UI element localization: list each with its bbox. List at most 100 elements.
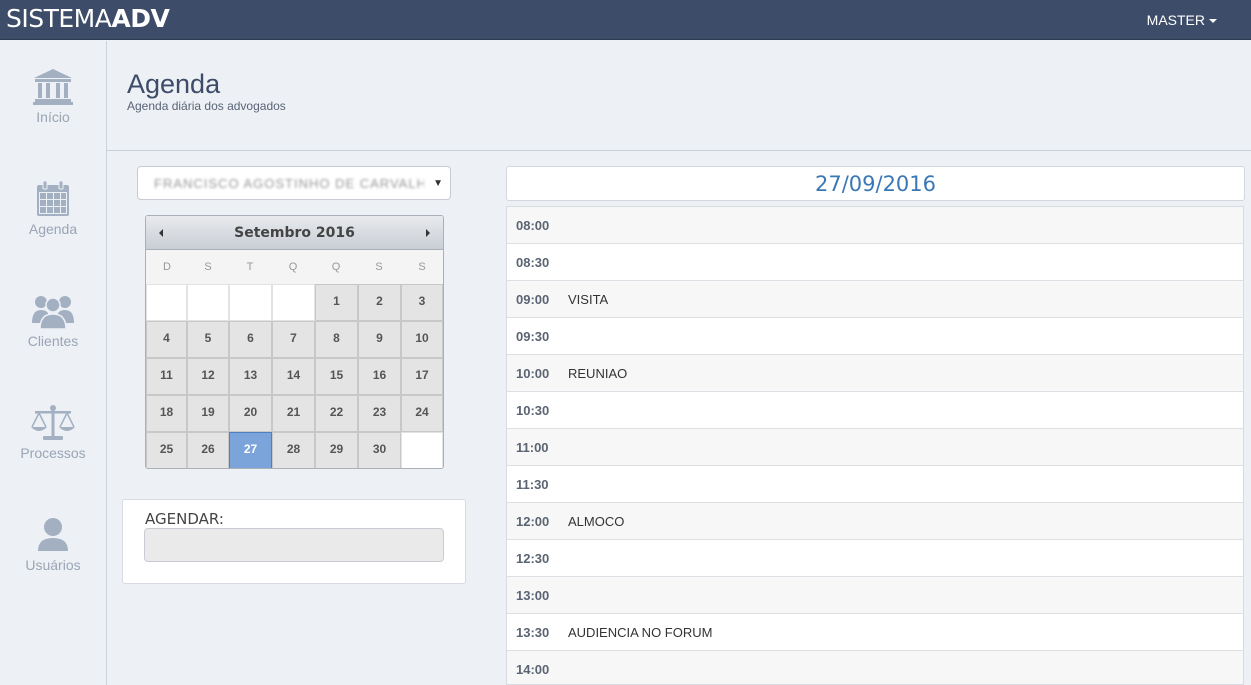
calendar-empty-cell (401, 432, 443, 468)
calendar-empty-cell (272, 284, 315, 321)
page-subtitle: Agenda diária dos advogados (127, 99, 286, 113)
user-menu-dropdown[interactable]: MASTER (1147, 12, 1217, 28)
users-icon (32, 296, 74, 329)
calendar-day[interactable]: 16 (358, 358, 401, 395)
calendar-day[interactable]: 4 (146, 321, 187, 358)
lawyer-select[interactable]: FRANCISCO AGOSTINHO DE CARVALHO ▼ (137, 166, 451, 200)
sidebar-item-clientes[interactable]: Clientes (0, 293, 106, 373)
sidebar-item-processos[interactable]: Processos (0, 405, 106, 485)
slot-event-text: REUNIAO (568, 366, 628, 381)
schedule-slot-row[interactable]: 09:30 (507, 318, 1243, 355)
calendar-day[interactable]: 17 (401, 358, 443, 395)
calendar-day[interactable]: 12 (187, 358, 229, 395)
dropdown-arrow-icon: ▼ (433, 178, 443, 189)
schedule-slot-row[interactable]: 12:30 (507, 540, 1243, 577)
calendar-day[interactable]: 13 (229, 358, 272, 395)
schedule-slot-row[interactable]: 10:30 (507, 392, 1243, 429)
calendar-day[interactable]: 23 (358, 395, 401, 432)
schedule-slot-row[interactable]: 11:30 (507, 466, 1243, 503)
slot-time: 10:30 (516, 403, 550, 418)
sidebar-item-label: Agenda (28, 221, 78, 237)
sidebar-item-label: Usuários (25, 557, 81, 573)
brand-logo[interactable]: SISTEMAADV (6, 4, 170, 33)
scales-icon (31, 405, 75, 440)
slot-time: 14:00 (516, 662, 550, 677)
slot-time: 09:00 (516, 292, 550, 307)
schedule-list: 08:00 08:30 09:00 VISITA 09:30 10:00 REUNIAO 10… (506, 206, 1244, 685)
sidebar-item-label: Clientes (27, 333, 79, 349)
calendar-month-title: Setembro 2016 (234, 225, 355, 241)
calendar-day[interactable]: 5 (187, 321, 229, 358)
calendar-day[interactable]: 6 (229, 321, 272, 358)
calendar-weekday-label: D (163, 261, 171, 273)
calendar-empty-cell (187, 284, 229, 321)
calendar-day[interactable]: 18 (146, 395, 187, 432)
calendar-day[interactable]: 14 (272, 358, 315, 395)
bank-icon (33, 69, 73, 105)
date-picker-calendar: Setembro 2016 DSTQQSS 1 2 3 4 5 6 7 8 9 10 11 12 13 1… (145, 215, 444, 469)
user-menu-label: MASTER (1146, 12, 1205, 28)
calendar-weekday-label: Q (331, 261, 341, 273)
calendar-day[interactable]: 7 (272, 321, 315, 358)
calendar-day[interactable]: 2 (358, 284, 401, 321)
calendar-day[interactable]: 28 (272, 432, 315, 468)
calendar-day[interactable]: 15 (315, 358, 358, 395)
calendar-day[interactable]: 21 (272, 395, 315, 432)
slot-time: 11:30 (516, 477, 549, 492)
calendar-day[interactable]: 11 (146, 358, 187, 395)
agendar-panel: AGENDAR: (122, 499, 466, 584)
calendar-day[interactable]: 3 (401, 284, 443, 321)
schedule-slot-row[interactable]: 13:30 AUDIENCIA NO FORUM (507, 614, 1243, 651)
calendar-day[interactable]: 22 (315, 395, 358, 432)
slot-time: 13:00 (516, 588, 550, 603)
calendar-empty-cell (229, 284, 272, 321)
schedule-slot-row[interactable]: 13:00 (507, 577, 1243, 614)
calendar-weekday-label: S (375, 261, 383, 273)
slot-time: 08:00 (516, 218, 550, 233)
calendar-day[interactable]: 19 (187, 395, 229, 432)
calendar-day[interactable]: 24 (401, 395, 443, 432)
slot-event-text: ALMOCO (568, 514, 625, 529)
calendar-day[interactable]: 8 (315, 321, 358, 358)
schedule-slot-row[interactable]: 10:00 REUNIAO (507, 355, 1243, 392)
calendar-icon (37, 181, 69, 216)
calendar-day-selected[interactable]: 27 (229, 432, 272, 468)
calendar-weekday-row: DSTQQSS (146, 250, 443, 284)
slot-event-text: AUDIENCIA NO FORUM (568, 625, 713, 640)
slot-time: 11:00 (516, 440, 549, 455)
brand-light-text: SISTEMA (6, 4, 112, 33)
calendar-day[interactable]: 9 (358, 321, 401, 358)
schedule-slot-row[interactable]: 08:00 (507, 207, 1243, 244)
selected-date-header: 27/09/2016 (506, 166, 1245, 201)
calendar-day[interactable]: 30 (358, 432, 401, 468)
caret-down-icon (1209, 19, 1217, 24)
schedule-slot-row[interactable]: 14:00 (507, 651, 1243, 684)
next-month-icon[interactable] (421, 226, 435, 240)
page-title: Agenda (127, 69, 221, 99)
user-icon (38, 518, 68, 551)
sidebar-item-agenda[interactable]: Agenda (0, 181, 106, 261)
slot-time: 09:30 (516, 329, 550, 344)
sidebar-item-inicio[interactable]: Início (0, 69, 106, 149)
schedule-slot-row[interactable]: 12:00 ALMOCO (507, 503, 1243, 540)
calendar-day[interactable]: 26 (187, 432, 229, 468)
sidebar-item-label: Início (36, 109, 70, 125)
slot-time: 12:00 (516, 514, 550, 529)
schedule-slot-row[interactable]: 09:00 VISITA (507, 281, 1243, 318)
selected-date-text: 27/09/2016 (814, 172, 937, 196)
calendar-day[interactable]: 20 (229, 395, 272, 432)
slot-time: 13:30 (516, 625, 550, 640)
sidebar-item-usuarios[interactable]: Usuários (0, 517, 106, 597)
calendar-day[interactable]: 10 (401, 321, 443, 358)
schedule-slot-row[interactable]: 08:30 (507, 244, 1243, 281)
calendar-day[interactable]: 1 (315, 284, 358, 321)
page-header: Agenda Agenda diária dos advogados (107, 41, 1251, 151)
top-navbar: SISTEMAADV MASTER (0, 0, 1251, 40)
slot-time: 12:30 (516, 551, 550, 566)
agendar-label: AGENDAR: (145, 510, 224, 528)
calendar-day[interactable]: 29 (315, 432, 358, 468)
schedule-slot-row[interactable]: 11:00 (507, 429, 1243, 466)
agendar-input[interactable] (144, 528, 444, 562)
calendar-day[interactable]: 25 (146, 432, 187, 468)
calendar-weekday-label: T (246, 261, 254, 273)
